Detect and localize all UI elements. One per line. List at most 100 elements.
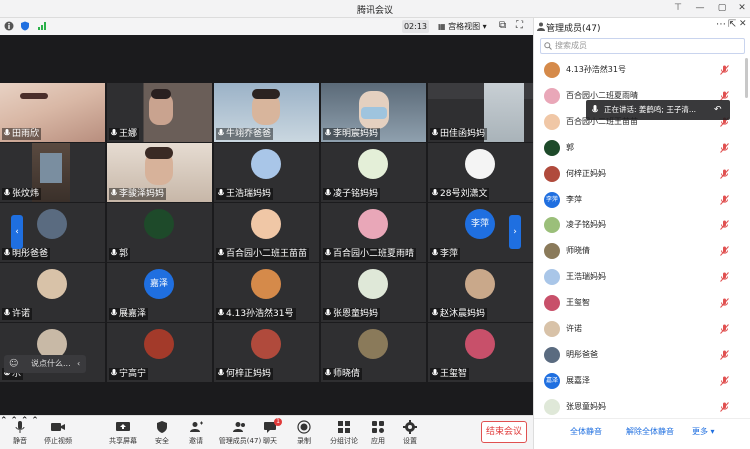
member-row[interactable]: 嘉泽 展嘉泽 [534,369,744,395]
member-row[interactable]: 许诺 [534,317,744,343]
maximize-icon[interactable]: ▢ [716,2,728,14]
muted-mic-icon[interactable] [720,168,729,179]
participant-name: 王娜 [109,128,140,140]
muted-mic-icon[interactable] [720,220,729,231]
pin-icon[interactable]: ⊤ [672,2,684,14]
participant-name: 百合园小二班王苗苗 [216,248,310,260]
share-screen-button[interactable]: 共享屏幕 [103,420,143,448]
member-row[interactable]: 王浩瑞妈妈 [534,265,744,291]
participant-tile[interactable]: 百合园小二班王苗苗 [214,203,319,262]
participant-tile[interactable]: 许诺 [0,263,105,322]
participant-tile[interactable]: 百合园小二班夏雨晴 [321,203,426,262]
participant-tile[interactable]: 师晓倩 [321,323,426,382]
shield-icon[interactable] [20,21,30,31]
popout-icon[interactable]: ⧉ [499,20,506,31]
muted-mic-icon[interactable] [720,65,729,75]
participant-tile[interactable]: 牛翊乔爸爸 [214,83,319,142]
avatar [544,295,560,312]
muted-mic-icon[interactable] [720,194,729,205]
stop-video-button[interactable]: 停止视频 [38,420,78,448]
member-row[interactable]: 何梓正妈妈 [534,162,744,188]
member-name: 郭 [566,142,574,152]
more-options-icon[interactable]: ⋯ [716,19,726,30]
microphone-icon [325,369,331,376]
participant-tile[interactable]: 凌子铭妈妈 [321,143,426,202]
participant-name: 李骏泽妈妈 [109,188,167,200]
more-button[interactable]: 更多 ▾ [692,426,715,437]
participant-tile[interactable]: 田雨欣 [0,83,105,142]
prev-page-button[interactable]: ‹ [11,215,23,249]
participant-tile[interactable]: 赵沐晨妈妈 [428,263,533,322]
participant-tile[interactable]: 李骏泽妈妈 [107,143,212,202]
member-search-input[interactable]: 搜索成员 [540,38,745,54]
avatar [251,269,281,299]
gear-icon [403,420,417,434]
member-row[interactable]: 郭 [534,136,744,162]
muted-mic-icon[interactable] [720,401,729,412]
avatar [144,329,174,359]
participant-tile[interactable]: 嘉泽 展嘉泽 [107,263,212,322]
participant-tile[interactable]: 王玺智 [428,323,533,382]
end-meeting-button[interactable]: 结束会议 [481,421,527,443]
member-row[interactable]: 凌子铭妈妈 [534,213,744,239]
participant-tile[interactable]: 田佳函妈妈 [428,83,533,142]
member-row[interactable]: 师晓倩 [534,239,744,265]
participant-tile[interactable]: 宁高宁 [107,323,212,382]
participant-tile[interactable]: 李明宸妈妈 [321,83,426,142]
stop-video-label: 停止视频 [44,437,72,445]
muted-mic-icon[interactable] [720,324,729,334]
chevron-down-icon: ▾ [710,427,715,436]
muted-mic-icon[interactable] [720,272,729,283]
mute-button[interactable]: 静音 [0,420,40,448]
unmute-all-button[interactable]: 解除全体静音 [626,426,674,437]
muted-mic-icon[interactable] [720,375,729,386]
participant-tile[interactable]: 乐 [0,323,105,382]
more-label: 更多 [692,427,708,436]
mute-label: 静音 [13,437,27,445]
emoji-icon[interactable]: ☺ [9,355,18,373]
member-row[interactable]: 明彤爸爸 [534,343,744,369]
fullscreen-icon[interactable]: ⛶ [516,20,523,31]
record-button[interactable]: 录制 [284,420,324,448]
minimize-icon[interactable]: — [694,2,706,14]
invite-button[interactable]: 邀请 [176,420,216,448]
participant-name: 许诺 [2,308,33,320]
apps-icon [372,421,384,433]
next-page-button[interactable]: › [509,215,521,249]
muted-mic-icon[interactable] [720,246,729,257]
member-row[interactable]: 李萍 李萍 [534,188,744,214]
member-row[interactable]: 王玺智 [534,291,744,317]
participant-tile[interactable]: 何梓正妈妈 [214,323,319,382]
popout-panel-icon[interactable]: ⇱ [728,19,736,30]
undo-arrow-icon[interactable]: ↶ [714,100,722,120]
chat-input[interactable]: ☺ 说点什么... ‹ [4,355,86,373]
member-row[interactable]: 张恩童妈妈 [534,395,744,421]
grid-view-button[interactable]: ▦ 宫格视图 ▾ [438,20,487,33]
info-icon[interactable] [4,21,14,31]
member-name: 师晓倩 [566,246,590,256]
panel-scrollbar[interactable] [745,58,748,98]
participant-tile[interactable]: 28号刘潇文 [428,143,533,202]
muted-mic-icon[interactable] [720,142,729,153]
participant-tile[interactable]: 王娜 [107,83,212,142]
settings-button[interactable]: 设置 [390,420,430,448]
mute-all-button[interactable]: 全体静音 [570,426,602,437]
participant-tile[interactable]: 张恩童妈妈 [321,263,426,322]
member-row[interactable]: 4.13孙浩然31号 [534,58,744,84]
participant-tile[interactable]: 张炆炜 [0,143,105,202]
video-grid: 田雨欣 王娜 牛翊乔爸爸 李明宸妈妈 田佳函妈妈张炆炜 李骏泽妈妈 王浩瑞妈妈 凌子铭妈妈 28… [0,35,533,415]
avatar [465,269,495,299]
chat-badge: 1 [274,418,282,426]
collapse-icon[interactable]: ‹ [77,355,80,373]
members-icon [233,422,245,432]
window-title: 腾讯会议 [356,6,393,16]
muted-mic-icon[interactable] [720,350,729,360]
participant-tile[interactable]: 4.13孙浩然31号 [214,263,319,322]
microphone-icon [4,249,10,256]
participant-tile[interactable]: 王浩瑞妈妈 [214,143,319,202]
close-panel-icon[interactable]: ✕ [739,19,747,29]
participant-tile[interactable]: 郭 [107,203,212,262]
muted-mic-icon[interactable] [720,298,729,308]
member-name: 凌子铭妈妈 [566,220,606,230]
close-icon[interactable]: ✕ [736,2,748,14]
